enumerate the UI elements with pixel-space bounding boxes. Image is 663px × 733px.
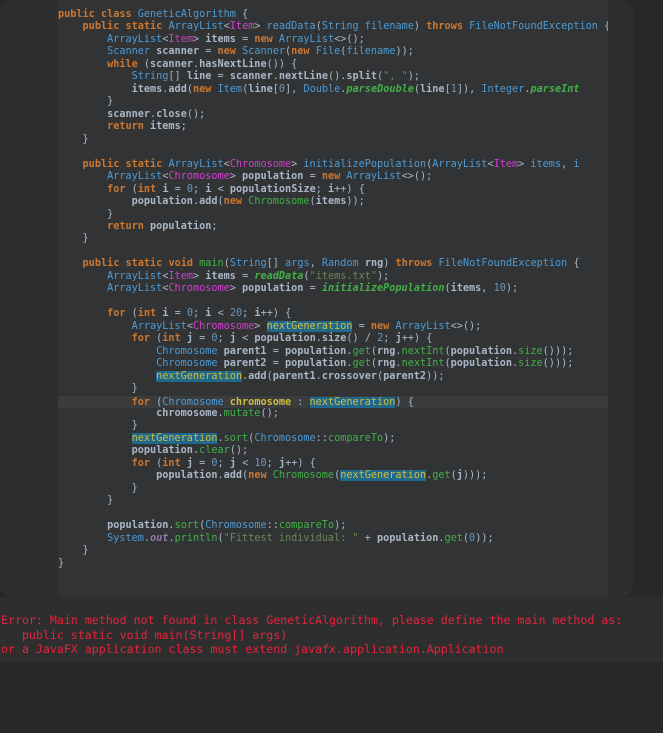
code-line[interactable]: Chromosome parent2 = population.get(rng.… <box>58 358 608 370</box>
code-line[interactable]: return population; <box>58 221 608 233</box>
code-line[interactable]: return items; <box>58 121 608 133</box>
code-line[interactable]: for (int j = 0; j < population.size() / … <box>58 333 608 345</box>
code-line[interactable]: ArrayList<Item> items = new ArrayList<>(… <box>58 34 608 46</box>
code-line[interactable]: } <box>58 134 608 146</box>
code-line[interactable]: nextGeneration.sort(Chromosome::compareT… <box>58 432 608 445</box>
code-line-current[interactable]: for (Chromosome chromosome : nextGenerat… <box>58 395 608 408</box>
code-line[interactable]: String[] line = scanner.nextLine().split… <box>58 71 608 83</box>
code-line[interactable]: while (scanner.hasNextLine()) { <box>58 59 608 71</box>
app-root: public class GeneticAlgorithm { public s… <box>0 0 663 733</box>
terminal-error-line: public static void main(String[] args) <box>1 627 288 642</box>
code-line[interactable] <box>58 146 608 158</box>
code-line[interactable]: chromosome.mutate(); <box>58 408 608 420</box>
code-line[interactable]: public static void main(String[] args, R… <box>58 258 608 270</box>
code-line[interactable]: for (int i = 0; i < populationSize; i++)… <box>58 184 608 196</box>
code-line[interactable]: } <box>58 383 608 395</box>
code-line[interactable]: scanner.close(); <box>58 109 608 121</box>
code-line[interactable]: population.clear(); <box>58 445 608 457</box>
code-line[interactable]: ArrayList<Chromosome> population = new A… <box>58 171 608 183</box>
editor-gutter <box>0 0 58 597</box>
code-line[interactable]: ArrayList<Chromosome> nextGeneration = n… <box>58 320 608 333</box>
code-line[interactable]: items.add(new Item(line[0], Double.parse… <box>58 84 608 96</box>
editor-right-margin <box>608 0 633 597</box>
code-line[interactable]: } <box>58 495 608 507</box>
terminal-error-line: Error: Main method not found in class Ge… <box>1 613 623 627</box>
window-bottom-area <box>0 662 663 733</box>
code-line[interactable]: population.sort(Chromosome::compareTo); <box>58 520 608 532</box>
code-line[interactable]: } <box>58 420 608 432</box>
code-line[interactable]: } <box>58 545 608 557</box>
code-line[interactable]: ArrayList<Chromosome> population = initi… <box>58 283 608 295</box>
terminal-error-line: or a JavaFX application class must exten… <box>1 642 504 657</box>
code-line[interactable]: public static ArrayList<Item> readData(S… <box>58 21 608 33</box>
code-editor-panel[interactable]: public class GeneticAlgorithm { public s… <box>0 0 633 597</box>
code-line[interactable] <box>58 296 608 308</box>
code-line[interactable]: population.add(new Chromosome(nextGenera… <box>58 470 608 482</box>
code-line[interactable]: nextGeneration.add(parent1.crossover(par… <box>58 370 608 383</box>
code-line[interactable]: } <box>58 96 608 108</box>
code-text-area[interactable]: public class GeneticAlgorithm { public s… <box>58 0 608 597</box>
code-line[interactable]: ArrayList<Item> items = readData("items.… <box>58 271 608 283</box>
code-line[interactable] <box>58 246 608 258</box>
code-line[interactable]: } <box>58 209 608 221</box>
code-line[interactable]: } <box>58 558 608 570</box>
code-line[interactable]: for (int j = 0; j < 10; j++) { <box>58 458 608 470</box>
code-line[interactable]: System.out.println("Fittest individual: … <box>58 533 608 545</box>
code-line[interactable]: } <box>58 483 608 495</box>
code-line[interactable]: Scanner scanner = new Scanner(new File(f… <box>58 46 608 58</box>
code-line[interactable]: for (int i = 0; i < 20; i++) { <box>58 308 608 320</box>
code-line[interactable]: Chromosome parent1 = population.get(rng.… <box>58 346 608 358</box>
code-line[interactable]: population.add(new Chromosome(items)); <box>58 196 608 208</box>
code-line[interactable]: } <box>58 233 608 245</box>
code-line[interactable] <box>58 508 608 520</box>
terminal-output[interactable]: Error: Main method not found in class Ge… <box>0 613 663 657</box>
code-line[interactable]: public class GeneticAlgorithm { <box>58 9 608 21</box>
code-line[interactable]: public static ArrayList<Chromosome> init… <box>58 159 608 171</box>
